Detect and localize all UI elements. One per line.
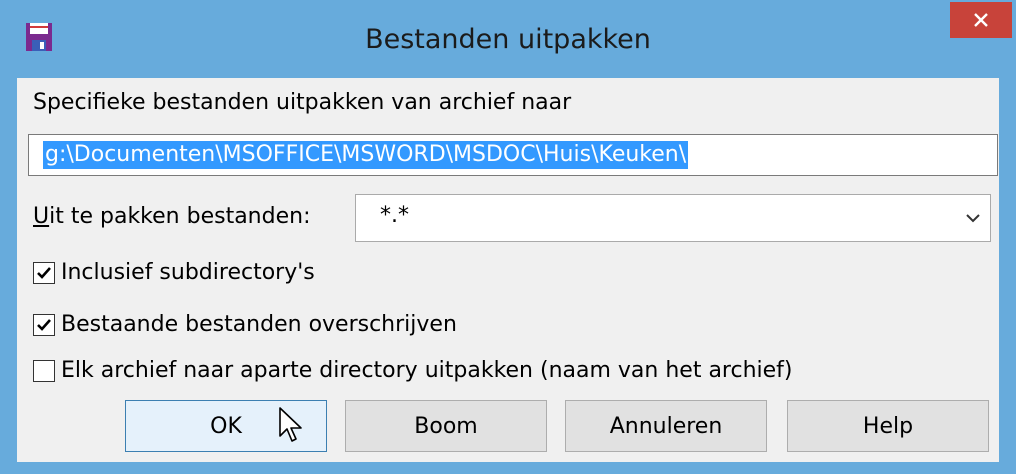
dialog-window: Bestanden uitpakken Specifieke bestanden… — [0, 0, 1016, 474]
separate-directory-checkbox[interactable] — [33, 360, 55, 382]
destination-label: Specifieke bestanden uitpakken van archi… — [33, 90, 572, 115]
checkmark-icon — [37, 319, 51, 331]
dialog-body: Specifieke bestanden uitpakken van archi… — [17, 78, 999, 462]
option-separate-directory[interactable]: Elk archief naar aparte directory uitpak… — [33, 356, 793, 386]
title-bar[interactable]: Bestanden uitpakken — [0, 0, 1016, 78]
files-label: Uit te pakken bestanden: — [33, 202, 310, 232]
overwrite-existing-checkbox[interactable] — [33, 314, 55, 336]
tree-button[interactable]: Boom — [345, 400, 547, 452]
option-include-subdirectories[interactable]: Inclusief subdirectory's — [33, 258, 315, 288]
files-label-accelerator: U — [33, 204, 50, 229]
include-subdirectories-checkbox[interactable] — [33, 262, 55, 284]
close-icon — [974, 13, 988, 27]
window-title: Bestanden uitpakken — [365, 24, 651, 55]
destination-path-value: g:\Documenten\MSOFFICE\MSWORD\MSDOC\Huis… — [43, 141, 689, 169]
mouse-pointer-icon — [279, 407, 302, 442]
chevron-down-icon[interactable] — [964, 211, 982, 225]
destination-path-input[interactable]: g:\Documenten\MSOFFICE\MSWORD\MSDOC\Huis… — [28, 134, 998, 176]
include-subdirectories-label: Inclusief subdirectory's — [61, 260, 315, 285]
option-overwrite-existing[interactable]: Bestaande bestanden overschrijven — [33, 310, 457, 340]
help-button[interactable]: Help — [787, 400, 989, 452]
files-pattern-combobox[interactable]: *.* — [355, 194, 991, 242]
overwrite-existing-label: Bestaande bestanden overschrijven — [61, 312, 457, 337]
files-pattern-value: *.* — [380, 203, 409, 228]
separate-directory-label: Elk archief naar aparte directory uitpak… — [61, 358, 793, 383]
checkmark-icon — [37, 267, 51, 279]
close-button[interactable] — [950, 2, 1012, 38]
cancel-button[interactable]: Annuleren — [565, 400, 767, 452]
files-label-text: it te pakken bestanden: — [49, 204, 311, 229]
